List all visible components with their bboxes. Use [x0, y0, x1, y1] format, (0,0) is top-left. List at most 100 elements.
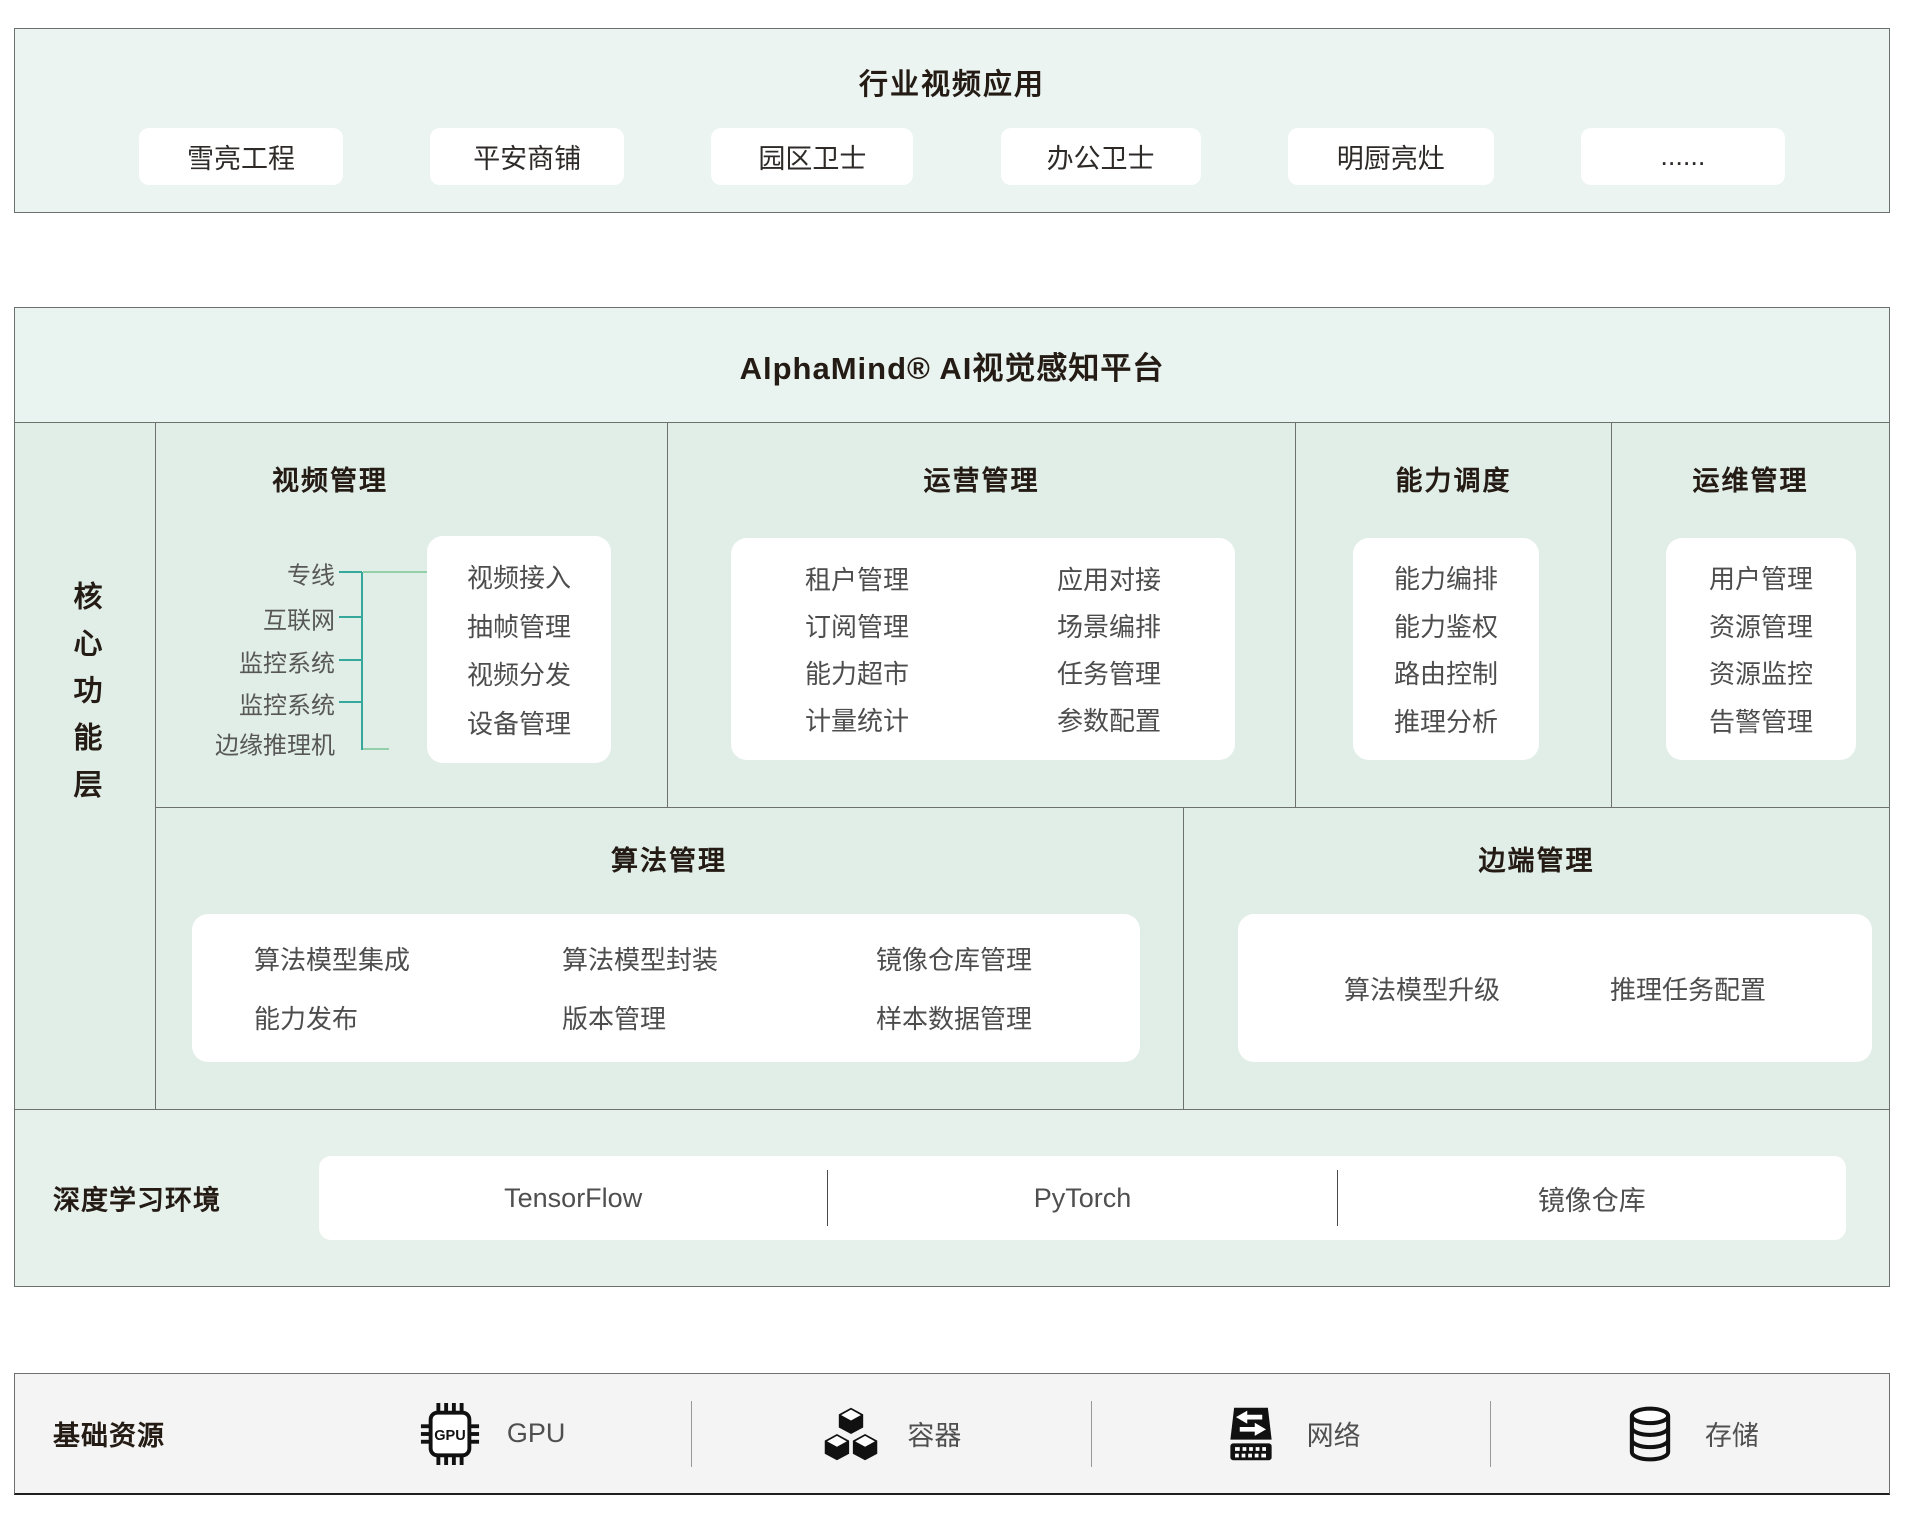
video-functions-box: 视频接入 抽帧管理 视频分发 设备管理: [427, 536, 611, 763]
video-source-label: 互联网: [263, 601, 335, 636]
app-item: 平安商铺: [430, 128, 624, 185]
section-title: 视频管理: [155, 459, 505, 498]
base-resource-name: 容器: [907, 1414, 961, 1453]
function-item: 算法模型升级: [1344, 970, 1500, 1007]
platform-panel: AlphaMind® AI视觉感知平台 核心功能层 视频管理 专线 互联网 监控…: [14, 307, 1890, 1287]
storage-icon: [1621, 1405, 1679, 1463]
section-operations-management: 运营管理 租户管理 订阅管理 能力超市 计量统计 应用对接 场景编排 任务管理 …: [668, 423, 1296, 807]
app-item-more: ......: [1581, 128, 1785, 185]
connector-stub: [339, 659, 362, 661]
core-function-layer-column: 核心功能层: [15, 423, 156, 1109]
function-item: 能力鉴权: [1394, 607, 1498, 644]
section-om-management: 运维管理 用户管理 资源管理 资源监控 告警管理: [1612, 423, 1889, 807]
function-item: 抽帧管理: [467, 607, 571, 644]
base-resource-name: 存储: [1705, 1414, 1759, 1453]
base-resource-name: 网络: [1307, 1414, 1361, 1453]
svg-text:GPU: GPU: [434, 1427, 465, 1443]
app-item: 雪亮工程: [139, 128, 343, 185]
base-resources-label: 基础资源: [53, 1414, 293, 1453]
app-item: 园区卫士: [711, 128, 913, 185]
function-item: 样本数据管理: [876, 999, 1032, 1036]
function-item: 视频接入: [467, 558, 571, 595]
industry-apps-panel: 行业视频应用 雪亮工程 平安商铺 园区卫士 办公卫士 明厨亮灶 ......: [14, 28, 1890, 213]
deep-learning-bar: TensorFlow PyTorch 镜像仓库: [319, 1156, 1846, 1240]
platform-body: 核心功能层 视频管理 专线 互联网 监控系统 监控系统 边缘推理机: [15, 423, 1889, 1285]
container-icon: [821, 1404, 881, 1464]
function-item: 租户管理: [805, 560, 909, 597]
function-item: 计量统计: [805, 701, 909, 738]
function-item: 算法模型集成: [254, 940, 410, 977]
app-item: 办公卫士: [1001, 128, 1201, 185]
dl-framework-item: 镜像仓库: [1338, 1179, 1846, 1218]
function-item: 视频分发: [467, 655, 571, 692]
function-item: 镜像仓库管理: [876, 940, 1032, 977]
video-source-label: 边缘推理机: [215, 726, 335, 761]
function-item: 版本管理: [562, 999, 666, 1036]
connector-spine: [361, 572, 363, 750]
function-row-1: 视频管理 专线 互联网 监控系统 监控系统 边缘推理机 视频接入 抽帧管理 视频…: [155, 423, 1889, 808]
section-edge-management: 边端管理 算法模型升级 推理任务配置: [1184, 807, 1889, 1109]
algorithm-column: 算法模型集成 能力发布: [254, 940, 562, 1036]
connector-stub: [339, 701, 362, 703]
algorithm-column: 算法模型封装 版本管理: [562, 940, 876, 1036]
capability-functions-box: 能力编排 能力鉴权 路由控制 推理分析: [1353, 538, 1539, 760]
base-resources-bar: 基础资源 GPU GPU: [14, 1373, 1890, 1495]
gpu-icon: GPU: [419, 1403, 481, 1465]
om-functions-box: 用户管理 资源管理 资源监控 告警管理: [1666, 538, 1856, 760]
connector-stub: [339, 616, 362, 618]
platform-title: AlphaMind® AI视觉感知平台: [15, 308, 1889, 423]
function-item: 订阅管理: [805, 607, 909, 644]
base-resource-gpu: GPU GPU: [293, 1403, 691, 1465]
function-item: 推理分析: [1394, 702, 1498, 739]
section-title: 算法管理: [155, 839, 1183, 878]
function-item: 应用对接: [1057, 560, 1161, 597]
dl-framework-item: TensorFlow: [319, 1183, 827, 1214]
algorithm-column: 镜像仓库管理 样本数据管理: [876, 940, 1032, 1036]
video-source-label: 专线: [287, 556, 335, 591]
video-source-label: 监控系统: [239, 686, 335, 721]
dl-framework-item: PyTorch: [828, 1183, 1336, 1214]
base-resource-name: GPU: [507, 1418, 566, 1449]
function-row-2: 算法管理 算法模型集成 能力发布 算法模型封装 版本管理 镜像仓库管理 样本数据…: [155, 807, 1889, 1109]
function-item: 资源监控: [1709, 654, 1813, 691]
connector-stub: [339, 571, 362, 573]
operations-column: 租户管理 订阅管理 能力超市 计量统计: [731, 538, 983, 760]
function-item: 资源管理: [1709, 607, 1813, 644]
function-item: 任务管理: [1057, 654, 1161, 691]
section-title: 边端管理: [1184, 839, 1889, 878]
deep-learning-label: 深度学习环境: [53, 1179, 221, 1218]
operations-column: 应用对接 场景编排 任务管理 参数配置: [983, 538, 1235, 760]
network-icon: [1221, 1404, 1281, 1464]
section-algorithm-management: 算法管理 算法模型集成 能力发布 算法模型封装 版本管理 镜像仓库管理 样本数据…: [155, 807, 1184, 1109]
video-source-label: 监控系统: [239, 644, 335, 679]
section-title: 能力调度: [1296, 459, 1611, 498]
core-function-layer-label: 核心功能层: [64, 581, 106, 816]
connector-stub-bottom: [363, 748, 389, 750]
function-item: 能力超市: [805, 654, 909, 691]
base-resource-storage: 存储: [1491, 1405, 1889, 1463]
base-resource-container: 容器: [692, 1404, 1090, 1464]
section-title: 运营管理: [668, 459, 1295, 498]
section-video-management: 视频管理 专线 互联网 监控系统 监控系统 边缘推理机 视频接入 抽帧管理 视频…: [155, 423, 668, 807]
function-item: 算法模型封装: [562, 940, 718, 977]
function-item: 能力发布: [254, 999, 358, 1036]
function-item: 路由控制: [1394, 654, 1498, 691]
section-capability-scheduling: 能力调度 能力编排 能力鉴权 路由控制 推理分析: [1296, 423, 1612, 807]
deep-learning-row: 深度学习环境 TensorFlow PyTorch 镜像仓库: [15, 1109, 1889, 1286]
operations-functions-box: 租户管理 订阅管理 能力超市 计量统计 应用对接 场景编排 任务管理 参数配置: [731, 538, 1235, 760]
function-item: 告警管理: [1709, 702, 1813, 739]
function-item: 参数配置: [1057, 701, 1161, 738]
function-item: 设备管理: [467, 704, 571, 741]
industry-apps-title: 行业视频应用: [15, 29, 1889, 103]
function-item: 能力编排: [1394, 559, 1498, 596]
function-item: 用户管理: [1709, 559, 1813, 596]
base-resource-network: 网络: [1092, 1404, 1490, 1464]
industry-apps-row: 雪亮工程 平安商铺 园区卫士 办公卫士 明厨亮灶 ......: [15, 128, 1889, 185]
function-item: 场景编排: [1057, 607, 1161, 644]
connector-to-box: [363, 571, 427, 573]
algorithm-functions-box: 算法模型集成 能力发布 算法模型封装 版本管理 镜像仓库管理 样本数据管理: [192, 914, 1140, 1062]
edge-functions-box: 算法模型升级 推理任务配置: [1238, 914, 1872, 1062]
app-item: 明厨亮灶: [1288, 128, 1494, 185]
function-item: 推理任务配置: [1610, 970, 1766, 1007]
section-title: 运维管理: [1612, 459, 1889, 498]
